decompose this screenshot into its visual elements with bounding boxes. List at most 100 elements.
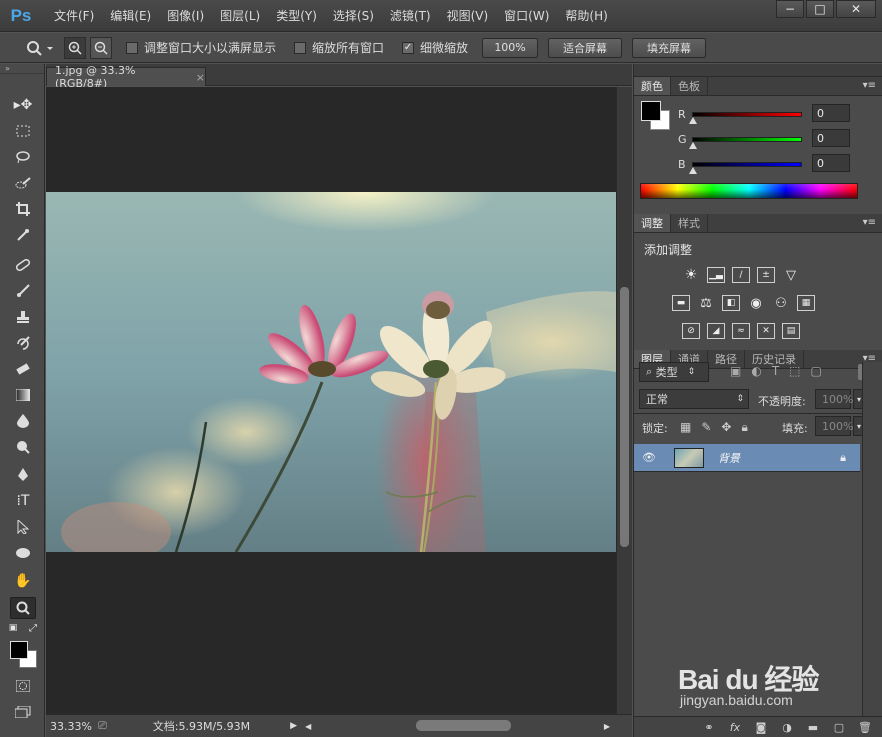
add-mask-icon[interactable]: ◙ xyxy=(753,721,769,734)
type-tool[interactable]: ⁞T xyxy=(10,490,36,512)
fill-field[interactable]: 100% xyxy=(815,416,853,436)
canvas-area[interactable] xyxy=(46,87,616,714)
screen-mode-button[interactable] xyxy=(10,701,36,723)
minimize-button[interactable]: − xyxy=(776,0,804,18)
slider-thumb-icon[interactable] xyxy=(689,117,697,124)
toolbar-collapse-icon[interactable]: » xyxy=(0,64,44,74)
tab-color[interactable]: 颜色 xyxy=(634,77,671,95)
curves-icon[interactable]: ∕ xyxy=(732,267,750,283)
move-tool[interactable]: ▸✥ xyxy=(10,94,36,116)
tab-styles[interactable]: 样式 xyxy=(671,214,708,232)
brush-tool[interactable] xyxy=(10,280,36,302)
zoom-all-option[interactable]: 缩放所有窗口 xyxy=(294,39,384,56)
menu-layer[interactable]: 图层(L) xyxy=(212,0,268,32)
vibrance-icon[interactable]: ▽ xyxy=(782,267,800,283)
document-tab[interactable]: 1.jpg @ 33.3%(RGB/8#) × xyxy=(46,64,206,90)
channel-mixer-icon[interactable]: ⚇ xyxy=(772,295,790,311)
green-track[interactable] xyxy=(689,137,802,149)
document-image[interactable] xyxy=(46,192,616,552)
lock-position-icon[interactable]: ✥ xyxy=(721,420,731,435)
scrubby-zoom-option[interactable]: ✓ 细微缩放 xyxy=(402,39,468,56)
delete-layer-icon[interactable]: 🗑︎ xyxy=(857,721,873,734)
menu-edit[interactable]: 编辑(E) xyxy=(102,0,159,32)
healing-brush-tool[interactable] xyxy=(10,254,36,276)
green-value[interactable]: 0 xyxy=(812,129,850,147)
foreground-color-swatch[interactable] xyxy=(10,641,28,659)
menu-window[interactable]: 窗口(W) xyxy=(496,0,557,32)
quick-mask-button[interactable] xyxy=(10,675,36,697)
selective-color-icon[interactable]: ✕ xyxy=(757,323,775,339)
posterize-icon[interactable]: ◢ xyxy=(707,323,725,339)
photo-filter-icon[interactable]: ◉ xyxy=(747,295,765,311)
scroll-left-icon[interactable]: ◀ xyxy=(305,722,311,731)
gradient-map-icon[interactable]: ▤ xyxy=(782,323,800,339)
invert-icon[interactable]: ⊘ xyxy=(682,323,700,339)
lock-all-icon[interactable]: 🔒︎ xyxy=(741,420,747,435)
marquee-tool[interactable] xyxy=(10,120,36,142)
panel-menu-icon[interactable]: ▾≡ xyxy=(863,80,876,91)
blur-tool[interactable] xyxy=(10,410,36,432)
color-balance-icon[interactable]: ⚖ xyxy=(697,295,715,311)
zoom-tool-preset-picker[interactable] xyxy=(20,36,60,60)
fit-screen-button[interactable]: 适合屏幕 xyxy=(548,37,623,58)
visibility-eye-icon[interactable]: 👁︎ xyxy=(642,451,656,464)
blue-track[interactable] xyxy=(689,162,802,174)
lock-image-icon[interactable]: ✎ xyxy=(701,420,711,435)
status-info-icon[interactable]: ⎚ xyxy=(98,719,107,733)
ellipse-tool[interactable] xyxy=(10,542,36,564)
menu-view[interactable]: 视图(V) xyxy=(439,0,497,32)
hue-saturation-icon[interactable]: ▬ xyxy=(672,295,690,311)
menu-help[interactable]: 帮助(H) xyxy=(557,0,615,32)
menu-select[interactable]: 选择(S) xyxy=(325,0,382,32)
pen-tool[interactable] xyxy=(10,464,36,486)
levels-icon[interactable]: ▁▃ xyxy=(707,267,725,283)
clone-stamp-tool[interactable] xyxy=(10,306,36,328)
layer-filter-kind[interactable]: ⌕ 类型 ⇕ xyxy=(639,362,709,382)
menu-file[interactable]: 文件(F) xyxy=(46,0,102,32)
blue-value[interactable]: 0 xyxy=(812,154,850,172)
default-colors-icon[interactable]: ▣ xyxy=(6,622,20,634)
horizontal-scroll-thumb[interactable] xyxy=(416,720,511,731)
exposure-icon[interactable]: ± xyxy=(757,267,775,283)
resize-windows-checkbox[interactable] xyxy=(126,41,138,54)
blue-slider[interactable]: B xyxy=(678,158,802,174)
history-brush-tool[interactable] xyxy=(10,332,36,354)
zoom-tool[interactable] xyxy=(10,597,36,619)
crop-tool[interactable] xyxy=(10,198,36,220)
menu-image[interactable]: 图像(I) xyxy=(159,0,212,32)
lock-transparent-icon[interactable]: ▦ xyxy=(680,420,691,435)
slider-thumb-icon[interactable] xyxy=(689,167,697,174)
path-selection-tool[interactable] xyxy=(10,516,36,538)
threshold-icon[interactable]: ≈ xyxy=(732,323,750,339)
brightness-icon[interactable]: ☀ xyxy=(682,267,700,283)
black-white-icon[interactable]: ◧ xyxy=(722,295,740,311)
adjustment-filter-icon[interactable]: ◐ xyxy=(751,364,761,378)
pixel-filter-icon[interactable]: ▣ xyxy=(730,364,741,378)
layer-row-background[interactable]: 👁︎ 背景 🔒︎ xyxy=(634,444,860,472)
slider-thumb-icon[interactable] xyxy=(689,142,697,149)
type-filter-icon[interactable]: T xyxy=(772,364,779,378)
panel-collapse-bar[interactable] xyxy=(634,64,882,77)
layer-style-icon[interactable]: fx xyxy=(727,721,743,734)
new-adjustment-layer-icon[interactable]: ◑ xyxy=(779,721,795,734)
scroll-right-icon[interactable]: ▶ xyxy=(604,722,610,731)
actual-pixels-button[interactable]: 100% xyxy=(482,37,539,58)
panel-menu-icon[interactable]: ▾≡ xyxy=(863,217,876,228)
link-layers-icon[interactable]: ⚭ xyxy=(701,721,717,734)
blend-mode-select[interactable]: 正常 ⇕ xyxy=(639,389,749,409)
panel-foreground-swatch[interactable] xyxy=(641,101,661,121)
new-group-icon[interactable]: ▬ xyxy=(805,721,821,734)
quick-selection-tool[interactable] xyxy=(10,172,36,194)
opacity-field[interactable]: 100% xyxy=(815,389,853,409)
fill-screen-button[interactable]: 填充屏幕 xyxy=(632,37,707,58)
status-menu-arrow-icon[interactable]: ▶ xyxy=(290,721,297,731)
tab-swatches[interactable]: 色板 xyxy=(671,77,708,95)
gradient-tool[interactable] xyxy=(10,384,36,406)
close-button[interactable]: ✕ xyxy=(836,0,876,18)
tab-adjustments[interactable]: 调整 xyxy=(634,214,671,232)
new-layer-icon[interactable]: ▢ xyxy=(831,721,847,734)
resize-windows-option[interactable]: 调整窗口大小以满屏显示 xyxy=(126,39,276,56)
scrubby-zoom-checkbox[interactable]: ✓ xyxy=(402,41,415,54)
hand-tool[interactable]: ✋ xyxy=(10,570,36,592)
swap-colors-icon[interactable]: ⤢ xyxy=(26,622,40,634)
